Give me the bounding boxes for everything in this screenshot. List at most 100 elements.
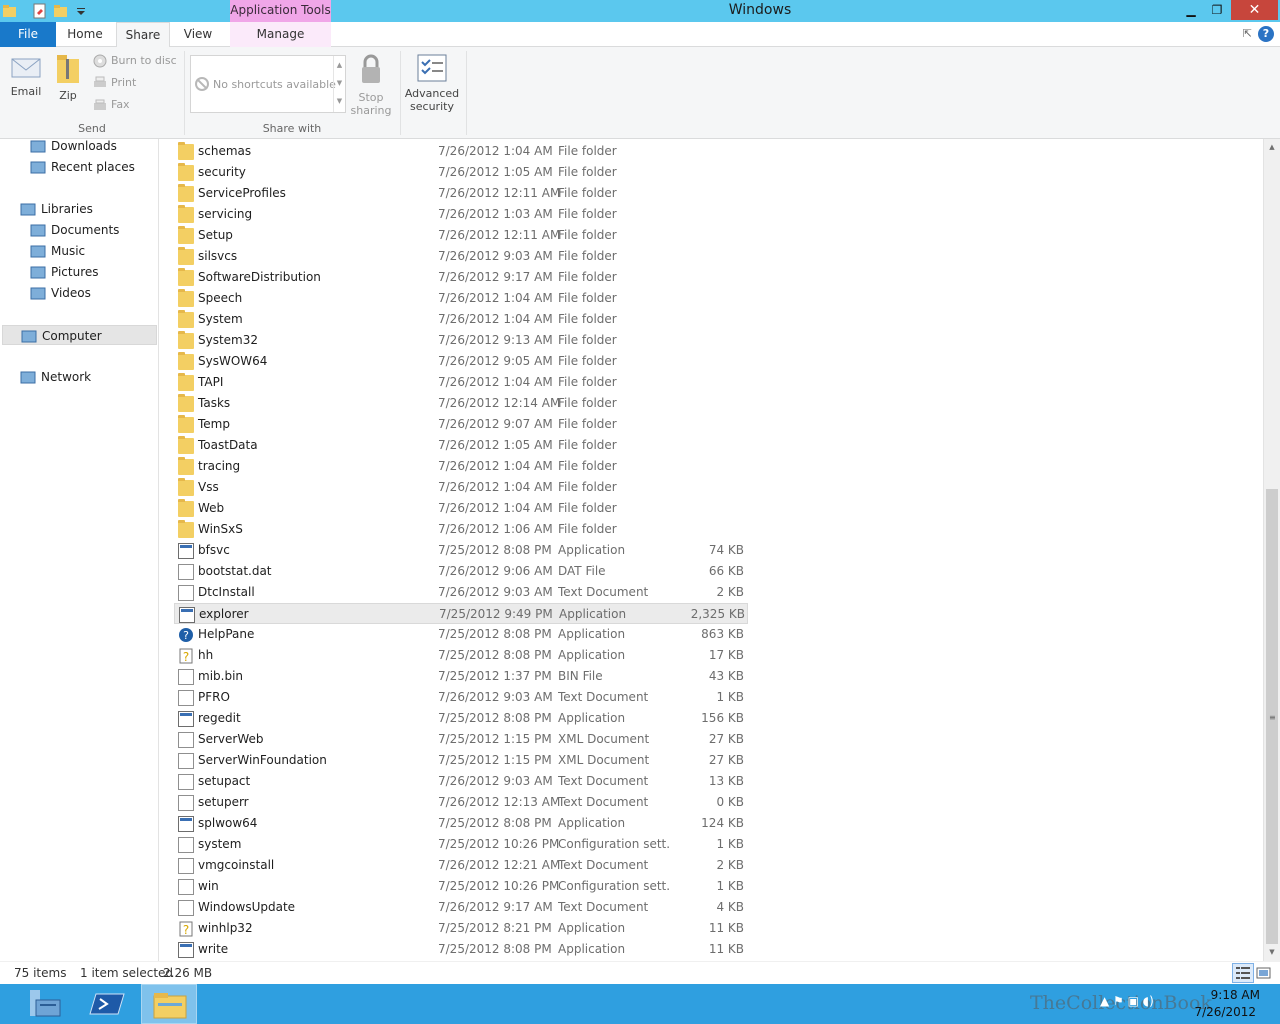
clock-time[interactable]: 9:18 AM bbox=[1200, 988, 1260, 1002]
nav-item-libraries[interactable]: Libraries bbox=[20, 199, 150, 219]
file-row[interactable]: setuperr 7/26/2012 12:13 AM Text Document 0… bbox=[174, 792, 748, 813]
gallery-scroll[interactable]: ▲ ▼ ▼ bbox=[333, 56, 345, 112]
application-icon bbox=[178, 816, 194, 832]
clock-date[interactable]: 7/26/2012 bbox=[1190, 1005, 1256, 1019]
file-row[interactable]: TAPI 7/26/2012 1:04 AM File folder bbox=[174, 372, 748, 393]
nav-item-downloads[interactable]: Downloads bbox=[30, 136, 150, 156]
file-name: servicing bbox=[198, 207, 253, 221]
fax-button[interactable]: Fax bbox=[93, 96, 130, 114]
file-row[interactable]: vmgcoinstall 7/26/2012 12:21 AM Text Docum… bbox=[174, 855, 748, 876]
file-name: Setup bbox=[198, 228, 233, 242]
pane-divider[interactable] bbox=[158, 139, 159, 961]
maximize-button[interactable]: ❐ bbox=[1204, 0, 1230, 20]
customize-quick-access-icon[interactable] bbox=[75, 3, 91, 19]
file-row[interactable]: bootstat.dat 7/26/2012 9:06 AM DAT File 66 … bbox=[174, 561, 748, 582]
file-row[interactable]: tracing 7/26/2012 1:04 AM File folder bbox=[174, 456, 748, 477]
help-icon[interactable]: ? bbox=[1258, 26, 1274, 42]
file-name: Vss bbox=[198, 480, 219, 494]
tab-view[interactable]: View bbox=[174, 22, 222, 47]
file-row[interactable]: WinSxS 7/26/2012 1:06 AM File folder bbox=[174, 519, 748, 540]
new-folder-icon[interactable] bbox=[53, 3, 69, 19]
scroll-down-arrow[interactable]: ▼ bbox=[1264, 944, 1280, 961]
file-row[interactable]: System32 7/26/2012 9:13 AM File folder bbox=[174, 330, 748, 351]
document-icon bbox=[178, 669, 194, 685]
burn-to-disc-button[interactable]: Burn to disc bbox=[93, 52, 177, 70]
file-row[interactable]: mib.bin 7/25/2012 1:37 PM BIN File 43 KB bbox=[174, 666, 748, 687]
large-icons-view-button[interactable] bbox=[1256, 965, 1272, 981]
file-size: 156 KB bbox=[701, 711, 744, 725]
vertical-scrollbar[interactable]: ▲ ≡ ▼ bbox=[1263, 139, 1280, 961]
file-row[interactable]: regedit 7/25/2012 8:08 PM Application 156 K… bbox=[174, 708, 748, 729]
file-type: Application bbox=[558, 627, 626, 641]
print-button[interactable]: Print bbox=[93, 74, 136, 92]
nav-item-recent-places[interactable]: Recent places bbox=[30, 157, 150, 177]
large-icons-view-icon bbox=[1256, 967, 1271, 979]
nav-item-documents[interactable]: Documents bbox=[30, 220, 150, 240]
file-row[interactable]: Web 7/26/2012 1:04 AM File folder bbox=[174, 498, 748, 519]
nav-item-computer[interactable]: Computer bbox=[2, 325, 157, 345]
file-row[interactable]: silsvcs 7/26/2012 9:03 AM File folder bbox=[174, 246, 748, 267]
file-row[interactable]: DtcInstall 7/26/2012 9:03 AM Text Document… bbox=[174, 582, 748, 603]
file-row[interactable]: bfsvc 7/25/2012 8:08 PM Application 74 KB bbox=[174, 540, 748, 561]
file-name: WinSxS bbox=[198, 522, 243, 536]
file-row[interactable]: schemas 7/26/2012 1:04 AM File folder bbox=[174, 141, 748, 162]
file-row[interactable]: ToastData 7/26/2012 1:05 AM File folder bbox=[174, 435, 748, 456]
zip-button[interactable]: Zip bbox=[52, 53, 84, 102]
details-view-button[interactable] bbox=[1232, 963, 1254, 983]
file-row[interactable]: SoftwareDistribution 7/26/2012 9:17 AM Fil… bbox=[174, 267, 748, 288]
file-date: 7/26/2012 1:04 AM bbox=[438, 312, 553, 326]
file-row[interactable]: Temp 7/26/2012 9:07 AM File folder bbox=[174, 414, 748, 435]
file-row[interactable]: PFRO 7/26/2012 9:03 AM Text Document 1 KB bbox=[174, 687, 748, 708]
folder-app-icon[interactable] bbox=[2, 3, 18, 19]
share-with-gallery[interactable]: No shortcuts available ▲ ▼ ▼ bbox=[190, 55, 346, 113]
file-date: 7/26/2012 12:11 AM bbox=[438, 186, 561, 200]
file-row[interactable]: servicing 7/26/2012 1:03 AM File folder bbox=[174, 204, 748, 225]
file-row[interactable]: Speech 7/26/2012 1:04 AM File folder bbox=[174, 288, 748, 309]
file-row[interactable]: explorer 7/25/2012 9:49 PM Application 2,32… bbox=[174, 603, 748, 624]
send-group-label: Send bbox=[78, 122, 106, 135]
file-row[interactable]: Setup 7/26/2012 12:11 AM File folder bbox=[174, 225, 748, 246]
file-row[interactable]: ServerWeb 7/25/2012 1:15 PM XML Document 27… bbox=[174, 729, 748, 750]
scroll-up-arrow[interactable]: ▲ bbox=[1264, 139, 1280, 156]
stop-sharing-button[interactable]: Stop sharing bbox=[350, 53, 392, 117]
system-tray-icons[interactable]: ▲ ⚑ ▣ ◖) bbox=[1100, 994, 1154, 1008]
file-row[interactable]: Tasks 7/26/2012 12:14 AM File folder bbox=[174, 393, 748, 414]
close-button[interactable]: ✕ bbox=[1231, 0, 1278, 20]
document-icon bbox=[178, 900, 194, 916]
file-row[interactable]: System 7/26/2012 1:04 AM File folder bbox=[174, 309, 748, 330]
email-button[interactable]: Email bbox=[8, 53, 44, 98]
file-row[interactable]: write 7/25/2012 8:08 PM Application 11 KB bbox=[174, 939, 748, 960]
file-row[interactable]: security 7/26/2012 1:05 AM File folder bbox=[174, 162, 748, 183]
tab-home[interactable]: Home bbox=[58, 22, 112, 47]
file-row[interactable]: Vss 7/26/2012 1:04 AM File folder bbox=[174, 477, 748, 498]
file-row[interactable]: SysWOW64 7/26/2012 9:05 AM File folder bbox=[174, 351, 748, 372]
nav-item-pictures[interactable]: Pictures bbox=[30, 262, 150, 282]
folder-icon bbox=[178, 415, 194, 433]
file-row[interactable]: WindowsUpdate 7/26/2012 9:17 AM Text Docum… bbox=[174, 897, 748, 918]
file-row[interactable]: ? HelpPane 7/25/2012 8:08 PM Application 863… bbox=[174, 624, 748, 645]
file-explorer-taskbar-button[interactable] bbox=[141, 984, 197, 1024]
file-row[interactable]: ? hh 7/25/2012 8:08 PM Application 17 KB bbox=[174, 645, 748, 666]
file-row[interactable]: ServerWinFoundation 7/25/2012 1:15 PM XML … bbox=[174, 750, 748, 771]
file-row[interactable]: ? winhlp32 7/25/2012 8:21 PM Application 11 … bbox=[174, 918, 748, 939]
file-row[interactable]: setupact 7/26/2012 9:03 AM Text Document 13… bbox=[174, 771, 748, 792]
file-row[interactable]: win 7/25/2012 10:26 PM Configuration sett.… bbox=[174, 876, 748, 897]
tab-share[interactable]: Share bbox=[116, 22, 170, 48]
tab-manage[interactable]: Manage bbox=[230, 22, 331, 47]
scroll-thumb[interactable]: ≡ bbox=[1266, 489, 1278, 944]
expand-ribbon-icon[interactable]: ⇱ bbox=[1243, 27, 1252, 40]
file-row[interactable]: system 7/25/2012 10:26 PM Configuration se… bbox=[174, 834, 748, 855]
nav-item-music[interactable]: Music bbox=[30, 241, 150, 261]
file-date: 7/26/2012 1:04 AM bbox=[438, 375, 553, 389]
file-row[interactable]: ServiceProfiles 7/26/2012 12:11 AM File fo… bbox=[174, 183, 748, 204]
file-row[interactable]: splwow64 7/25/2012 8:08 PM Application 124 … bbox=[174, 813, 748, 834]
properties-icon[interactable] bbox=[32, 3, 48, 19]
server-manager-button[interactable] bbox=[16, 984, 72, 1024]
nav-item-network[interactable]: Network bbox=[20, 367, 150, 387]
minimize-button[interactable]: ▁ bbox=[1179, 0, 1203, 20]
tab-file[interactable]: File bbox=[0, 22, 56, 47]
advanced-security-button[interactable]: Advanced security bbox=[404, 53, 460, 113]
nav-item-videos[interactable]: Videos bbox=[30, 283, 150, 303]
svg-text:?: ? bbox=[183, 629, 189, 642]
powershell-button[interactable] bbox=[80, 984, 136, 1024]
